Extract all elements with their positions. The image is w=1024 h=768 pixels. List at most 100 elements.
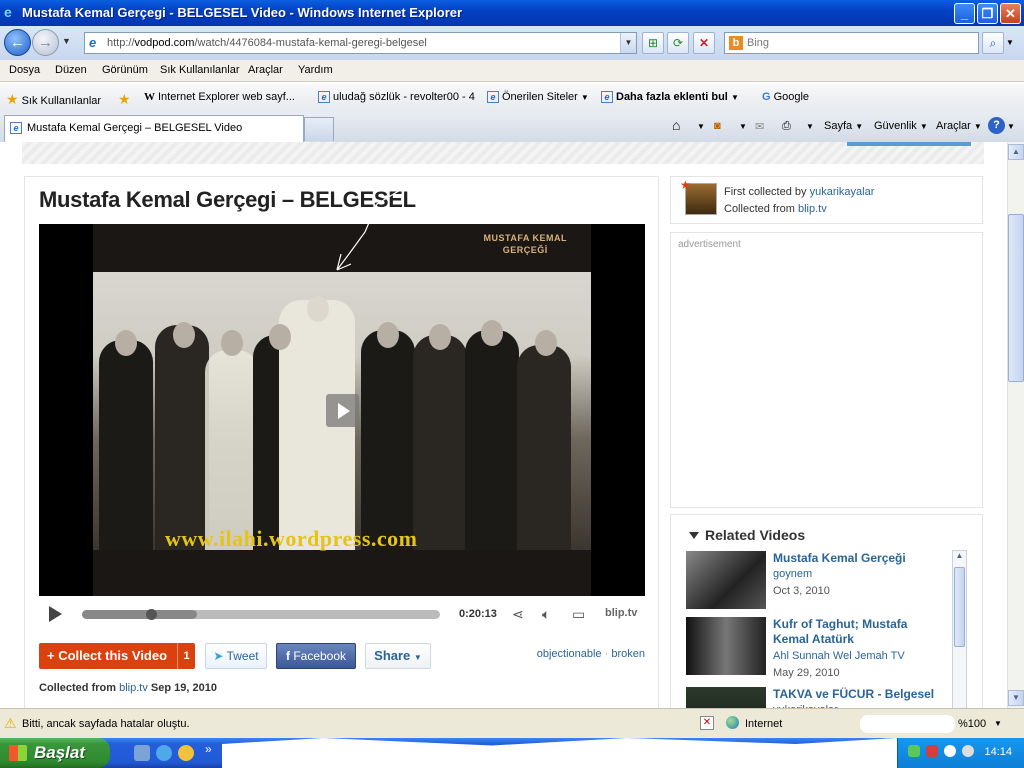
tray-icon[interactable] <box>926 745 938 757</box>
play-overlay-icon[interactable] <box>326 394 359 427</box>
add-favorite-icon[interactable]: ★ <box>118 91 134 108</box>
menu-view[interactable]: Görünüm <box>102 64 148 76</box>
clock[interactable]: 14:14 <box>984 746 1012 758</box>
close-button[interactable]: ✕ <box>1000 3 1021 24</box>
figure-head <box>115 330 137 356</box>
popup-blocked-icon[interactable]: ✕ <box>700 716 714 730</box>
fav-item-ie-web[interactable]: W Internet Explorer web sayf... <box>144 91 295 103</box>
page-scroll-thumb[interactable] <box>1008 214 1024 382</box>
quicklaunch-icon[interactable] <box>134 745 150 761</box>
help-dropdown-icon[interactable]: ▼ <box>1007 122 1015 131</box>
tray-icon[interactable] <box>908 745 920 757</box>
menu-tools[interactable]: Araçlar <box>248 64 283 76</box>
volume-icon[interactable]: 🔈︎ <box>542 606 550 623</box>
zoom-level[interactable]: %100 <box>958 718 986 730</box>
quicklaunch-icon[interactable] <box>156 745 172 761</box>
mail-icon[interactable]: ✉ <box>755 120 764 133</box>
fav-item-uludag[interactable]: e uludağ sözlük - revolter00 - 4 <box>318 91 475 104</box>
fullscreen-icon[interactable]: ▭ <box>572 606 585 623</box>
related-scroll-thumb[interactable] <box>954 567 965 647</box>
menu-favorites[interactable]: Sık Kullanılanlar <box>160 64 240 76</box>
forward-button[interactable]: → <box>32 29 59 56</box>
related-scrollbar[interactable]: ▲ <box>952 550 967 708</box>
tweet-button[interactable]: ➤ Tweet <box>205 643 267 669</box>
start-button[interactable]: Başlat <box>0 738 110 768</box>
menu-bar: Dosya Düzen Görünüm Sık Kullanılanlar Ar… <box>0 60 1024 82</box>
print-icon[interactable]: ⎙ <box>782 120 791 133</box>
related-item-title[interactable]: Kufr of Taghut; Mustafa Kemal Atatürk <box>773 617 943 647</box>
new-tab-button[interactable] <box>304 117 334 141</box>
page-menu[interactable]: Sayfa ▼ <box>824 120 863 132</box>
related-thumbnail[interactable] <box>686 687 766 708</box>
tab-active[interactable]: e Mustafa Kemal Gerçegi – BELGESEL Video <box>4 115 304 142</box>
window-titlebar[interactable]: e Mustafa Kemal Gerçegi - BELGESEL Video… <box>0 0 1024 26</box>
quicklaunch-icon[interactable] <box>178 745 194 761</box>
address-dropdown-icon[interactable]: ▼ <box>620 33 636 53</box>
page-scrollbar[interactable]: ▲ ▼ <box>1007 142 1024 708</box>
avatar[interactable]: ★ <box>680 178 717 215</box>
related-item-title[interactable]: TAKVA ve FÜCUR - Belgesel <box>773 687 943 702</box>
facebook-button[interactable]: f Facebook <box>276 643 356 669</box>
menu-file[interactable]: Dosya <box>9 64 40 76</box>
share-icon[interactable]: ⋖ <box>512 606 524 623</box>
stop-icon[interactable]: ✕ <box>693 32 715 54</box>
home-icon[interactable]: ⌂ <box>672 117 680 133</box>
play-icon[interactable] <box>49 606 62 622</box>
favorites-button[interactable]: ★ Sık Kullanılanlar <box>6 91 101 108</box>
related-item[interactable]: Kufr of Taghut; Mustafa Kemal Atatürk Ah… <box>686 617 946 683</box>
address-bar[interactable]: e http://vodpod.com/watch/4476084-mustaf… <box>84 32 637 54</box>
menu-edit[interactable]: Düzen <box>55 64 87 76</box>
related-thumbnail[interactable] <box>686 617 766 675</box>
video-actions: + Collect this Video 1 ➤ Tweet f Faceboo… <box>39 643 645 669</box>
related-thumbnail[interactable] <box>686 551 766 609</box>
fav-item-label: Daha fazla eklenti bul <box>616 91 728 103</box>
search-input[interactable]: b Bing <box>724 32 979 54</box>
refresh-icon[interactable]: ⟳ <box>667 32 689 54</box>
provider-label[interactable]: blip.tv <box>605 607 637 619</box>
collapse-triangle-icon[interactable] <box>689 532 699 539</box>
collected-source-link[interactable]: blip.tv <box>119 682 148 694</box>
search-icon[interactable]: ⌕ <box>982 32 1004 54</box>
tray-icon[interactable] <box>962 745 974 757</box>
page-icon: e <box>89 35 97 50</box>
zoom-dropdown-icon[interactable]: ▼ <box>994 719 1002 728</box>
fav-item-google[interactable]: G Google <box>762 91 809 103</box>
help-icon[interactable]: ? <box>988 117 1005 134</box>
collect-video-button[interactable]: + Collect this Video 1 <box>39 643 195 669</box>
history-dropdown-icon[interactable]: ▼ <box>62 36 71 46</box>
seek-bar[interactable] <box>82 609 440 620</box>
scroll-up-icon[interactable]: ▲ <box>954 551 965 564</box>
safety-menu[interactable]: Güvenlik ▼ <box>874 120 928 132</box>
related-title: Related Videos <box>705 527 806 543</box>
related-item-title[interactable]: Mustafa Kemal Gerçeği <box>773 551 943 566</box>
search-options-icon[interactable]: ▼ <box>1006 38 1014 47</box>
tray-icon[interactable] <box>944 745 956 757</box>
related-item-user[interactable]: Ahl Sunnah Wel Jemah TV <box>773 650 905 662</box>
home-dropdown-icon[interactable]: ▼ <box>697 122 705 131</box>
related-item-user[interactable]: goynem <box>773 568 812 580</box>
scroll-up-icon[interactable]: ▲ <box>1008 144 1024 160</box>
collector-user-link[interactable]: yukarikayalar <box>810 186 875 198</box>
minimize-button[interactable]: _ <box>954 3 975 24</box>
maximize-button[interactable]: ❐ <box>977 3 998 24</box>
fav-item-suggested[interactable]: e Önerilen Siteler ▼ <box>487 91 589 104</box>
menu-help[interactable]: Yardım <box>298 64 333 76</box>
back-button[interactable]: ← <box>4 29 31 56</box>
collector-source-link[interactable]: blip.tv <box>798 203 827 215</box>
fav-item-addons[interactable]: e Daha fazla eklenti bul ▼ <box>601 91 739 104</box>
quicklaunch-more-icon[interactable]: » <box>205 742 212 756</box>
tools-menu[interactable]: Araçlar ▼ <box>936 120 982 132</box>
share-button[interactable]: Share ▼ <box>365 643 431 669</box>
rss-dropdown-icon[interactable]: ▼ <box>739 122 747 131</box>
video-player[interactable]: MUSTAFA KEMAL GERÇEĞİ www.ilahi.wordpres… <box>39 185 645 596</box>
objectionable-link[interactable]: objectionable <box>537 648 602 660</box>
related-item[interactable]: TAKVA ve FÜCUR - Belgesel yukarikayalar <box>686 687 946 708</box>
warning-icon[interactable]: ⚠ <box>4 715 17 732</box>
print-dropdown-icon[interactable]: ▼ <box>806 122 814 131</box>
compat-view-icon[interactable]: ⊞ <box>642 32 664 54</box>
related-item[interactable]: Mustafa Kemal Gerçeği goynem Oct 3, 2010 <box>686 551 946 617</box>
rss-icon[interactable]: ◙ <box>714 120 721 132</box>
scroll-down-icon[interactable]: ▼ <box>1008 690 1024 706</box>
broken-link[interactable]: broken <box>611 648 645 660</box>
seek-handle[interactable] <box>146 609 157 620</box>
